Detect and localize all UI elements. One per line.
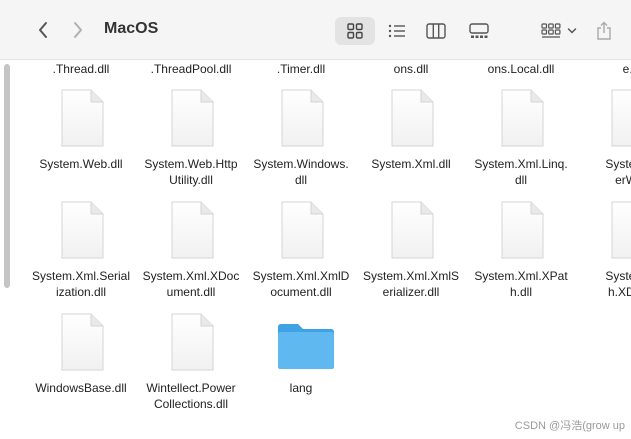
document-icon — [610, 201, 631, 259]
chevron-left-icon — [39, 22, 47, 38]
file-label[interactable]: .ThreadPool.dll — [136, 62, 246, 76]
window-title: MacOS — [104, 20, 159, 37]
file-label: System.Xml.XmlD ocument.dll — [252, 269, 350, 299]
watermark: CSDN @冯浩(grow up — [514, 420, 625, 432]
file-label[interactable]: ons.dll — [356, 62, 466, 76]
icon-grid-view-icon — [347, 23, 363, 39]
document-icon — [500, 89, 544, 147]
gallery-view-icon — [469, 23, 489, 38]
document-icon — [60, 201, 104, 259]
file-label: System.Web.dll — [39, 157, 123, 171]
document-icon — [170, 201, 214, 259]
back-button[interactable] — [31, 18, 55, 42]
file-label[interactable]: .Timer.dll — [246, 62, 356, 76]
column-view-icon — [426, 23, 446, 39]
partially-visible-row: .Thread.dll .ThreadPool.dll .Timer.dll ons.… — [0, 61, 631, 81]
file-label: System.X h.XDocu — [605, 269, 631, 299]
group-by-icon — [541, 23, 561, 38]
document-icon — [610, 89, 631, 147]
file-label: System.Xml.XDoc ument.dll — [142, 269, 240, 299]
file-label: System.Xml.Linq. dll — [474, 157, 568, 187]
file-icon-grid: .Thread.dll .ThreadPool.dll .Timer.dll ons.… — [0, 61, 631, 439]
file-label: lang — [289, 381, 313, 395]
file-label: System.Xml.XmlS erializer.dll — [362, 269, 459, 299]
file-label: System.Xml.Serial ization.dll — [31, 269, 131, 299]
document-icon — [60, 313, 104, 371]
document-icon — [280, 89, 324, 147]
document-icon — [390, 89, 434, 147]
share-icon — [597, 21, 611, 40]
document-icon — [280, 201, 324, 259]
file-label[interactable]: .Thread.dll — [26, 62, 136, 76]
file-label[interactable]: ons.Local.dll — [466, 62, 576, 76]
file-label: Wintellect.Power Collections.dll — [146, 381, 236, 411]
share-button[interactable] — [590, 17, 618, 45]
file-label: System.Windows. dll — [253, 157, 349, 187]
document-icon — [170, 313, 214, 371]
file-label: System.Xml.dll — [371, 157, 451, 171]
finder-toolbar: MacOS — [0, 0, 631, 60]
group-by-button[interactable] — [536, 17, 582, 45]
document-icon — [500, 201, 544, 259]
chevron-right-icon — [74, 22, 82, 38]
file-label: System.X erWrit — [605, 157, 631, 187]
file-label: System.Web.Http Utility.dll — [144, 157, 238, 187]
list-view-icon — [388, 24, 405, 38]
document-icon — [170, 89, 214, 147]
column-view-button[interactable] — [419, 17, 453, 45]
list-view-button[interactable] — [380, 17, 414, 45]
document-icon — [60, 89, 104, 147]
document-icon — [390, 201, 434, 259]
file-label: System.Xml.XPat h.dll — [474, 269, 568, 299]
folder-icon — [276, 321, 336, 371]
gallery-view-button[interactable] — [462, 17, 496, 45]
icon-view-button[interactable] — [335, 17, 375, 45]
file-label: WindowsBase.dll — [35, 381, 127, 395]
chevron-down-icon — [567, 28, 577, 34]
file-label[interactable]: e.d — [576, 62, 631, 76]
forward-button[interactable] — [66, 18, 90, 42]
